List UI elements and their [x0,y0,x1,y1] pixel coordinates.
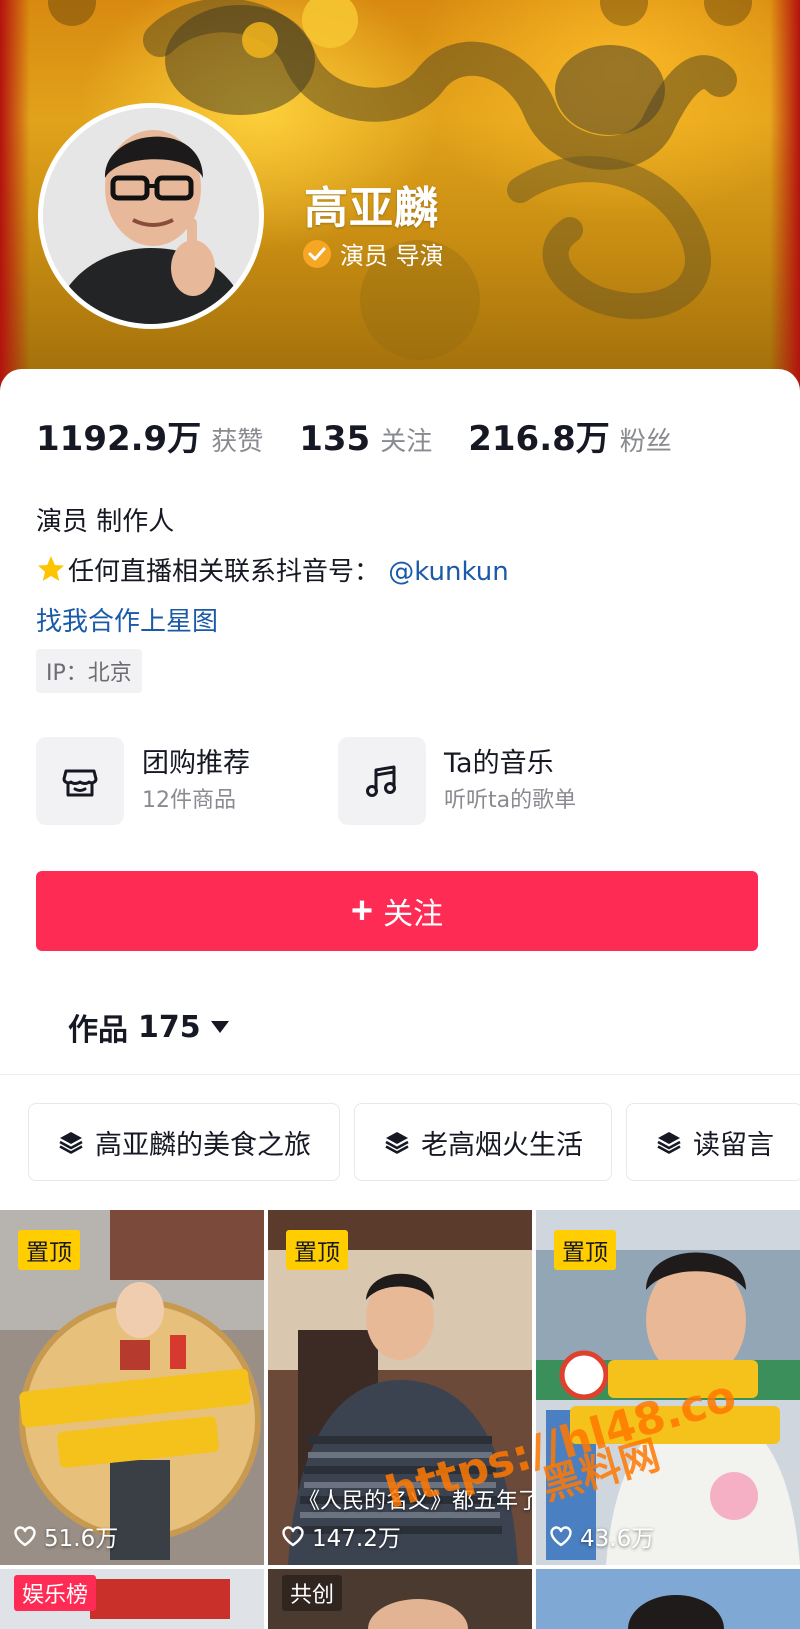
video-tile[interactable] [536,1569,800,1629]
like-count-value: 51.6万 [44,1526,119,1552]
stat-following[interactable]: 135 关注 [299,419,432,459]
bio-line: 任何直播相关联系抖音号： @kunkun [36,547,509,597]
works-label: 作品 [68,1013,128,1048]
stat-label: 关注 [380,427,433,457]
video-tile[interactable]: 置顶 《人民的名义》都五年了 147.2万 [268,1210,532,1565]
video-tile[interactable]: 娱乐榜 [0,1569,264,1629]
stat-label: 获赞 [211,427,264,457]
collection-list: 高亚麟的美食之旅 老高烟火生活 读留言 [28,1103,800,1181]
like-count-value: 43.6万 [580,1526,655,1552]
stat-followers[interactable]: 216.8万 粉丝 [468,411,672,460]
video-tile[interactable]: 置顶 43.6万 [536,1210,800,1565]
service-text: Ta的音乐 听听ta的歌单 [444,744,576,818]
collection-label: 高亚麟的美食之旅 [95,1129,311,1161]
layers-icon [657,1132,681,1154]
video-tile[interactable]: 共创 [268,1569,532,1629]
heart-icon [14,1526,36,1547]
stat-value: 1192.9万 [36,419,202,459]
video-caption: 《人民的名义》都五年了 [298,1489,532,1514]
profile-banner: 高亚麟 演员 导演 [0,0,800,400]
group-buy-entry[interactable]: 团购推荐 12件商品 [36,737,338,825]
pinned-badge: 置顶 [18,1230,80,1270]
service-title: Ta的音乐 [444,748,554,779]
profile-bio: 演员 制作人 任何直播相关联系抖音号： @kunkun 找我合作上星图 [36,497,509,647]
collection-chip[interactable]: 高亚麟的美食之旅 [28,1103,340,1181]
chevron-down-icon[interactable] [210,1021,229,1033]
star-map-link[interactable]: 找我合作上星图 [36,597,509,647]
layers-icon [385,1132,409,1154]
stat-value: 216.8万 [468,419,610,459]
divider [0,1074,800,1075]
ip-location-tag: IP：北京 [36,649,142,693]
co-creation-tag: 共创 [282,1575,343,1611]
collection-label: 读留言 [693,1129,774,1161]
pinned-badge: 置顶 [286,1230,348,1270]
video-thumbnail [536,1569,800,1629]
verified-info: 演员 导演 [302,236,444,271]
bio-text: 任何直播相关联系抖音号： [68,557,381,587]
stat-value: 135 [299,419,371,459]
like-count-value: 147.2万 [312,1526,401,1552]
follow-label: 关注 [383,898,444,931]
service-text: 团购推荐 12件商品 [142,744,250,818]
stat-likes[interactable]: 1192.9万 获赞 [36,411,263,460]
video-tile[interactable]: 置顶 51.6万 [0,1210,264,1565]
follow-button[interactable]: + 关注 [36,871,758,951]
star-icon [38,556,64,581]
like-count: 43.6万 [548,1519,654,1553]
avatar[interactable] [38,103,264,329]
works-count: 175 [138,1009,201,1045]
like-count: 51.6万 [12,1519,118,1553]
service-entries: 团购推荐 12件商品 Ta的音乐 听听ta的歌单 [36,737,640,825]
service-subtitle: 12件商品 [142,788,236,813]
service-icon-box [338,737,426,825]
verified-text: 演员 导演 [340,242,444,270]
mention-link[interactable]: @kunkun [388,557,508,587]
shop-icon [62,769,98,797]
bio-line: 演员 制作人 [36,507,175,537]
heart-icon [550,1526,572,1547]
collection-label: 老高烟火生活 [421,1129,583,1161]
stat-label: 粉丝 [619,427,672,457]
profile-name: 高亚麟 [304,183,439,234]
service-title: 团购推荐 [142,748,250,779]
collection-chip[interactable]: 老高烟火生活 [354,1103,612,1181]
layers-icon [59,1132,83,1154]
pinned-badge: 置顶 [554,1230,616,1270]
profile-stats: 1192.9万 获赞 135 关注 216.8万 粉丝 [36,411,708,460]
verified-badge-icon [303,239,331,268]
music-entry[interactable]: Ta的音乐 听听ta的歌单 [338,737,640,825]
service-subtitle: 听听ta的歌单 [444,788,577,813]
like-count: 147.2万 [280,1519,401,1553]
plus-icon: + [350,890,374,932]
collection-chip[interactable]: 读留言 [626,1103,800,1181]
heart-icon [282,1526,304,1547]
tab-works[interactable]: 作品 175 [68,1005,229,1049]
ranking-tag: 娱乐榜 [14,1575,97,1611]
music-note-icon [366,765,396,797]
service-icon-box [36,737,124,825]
